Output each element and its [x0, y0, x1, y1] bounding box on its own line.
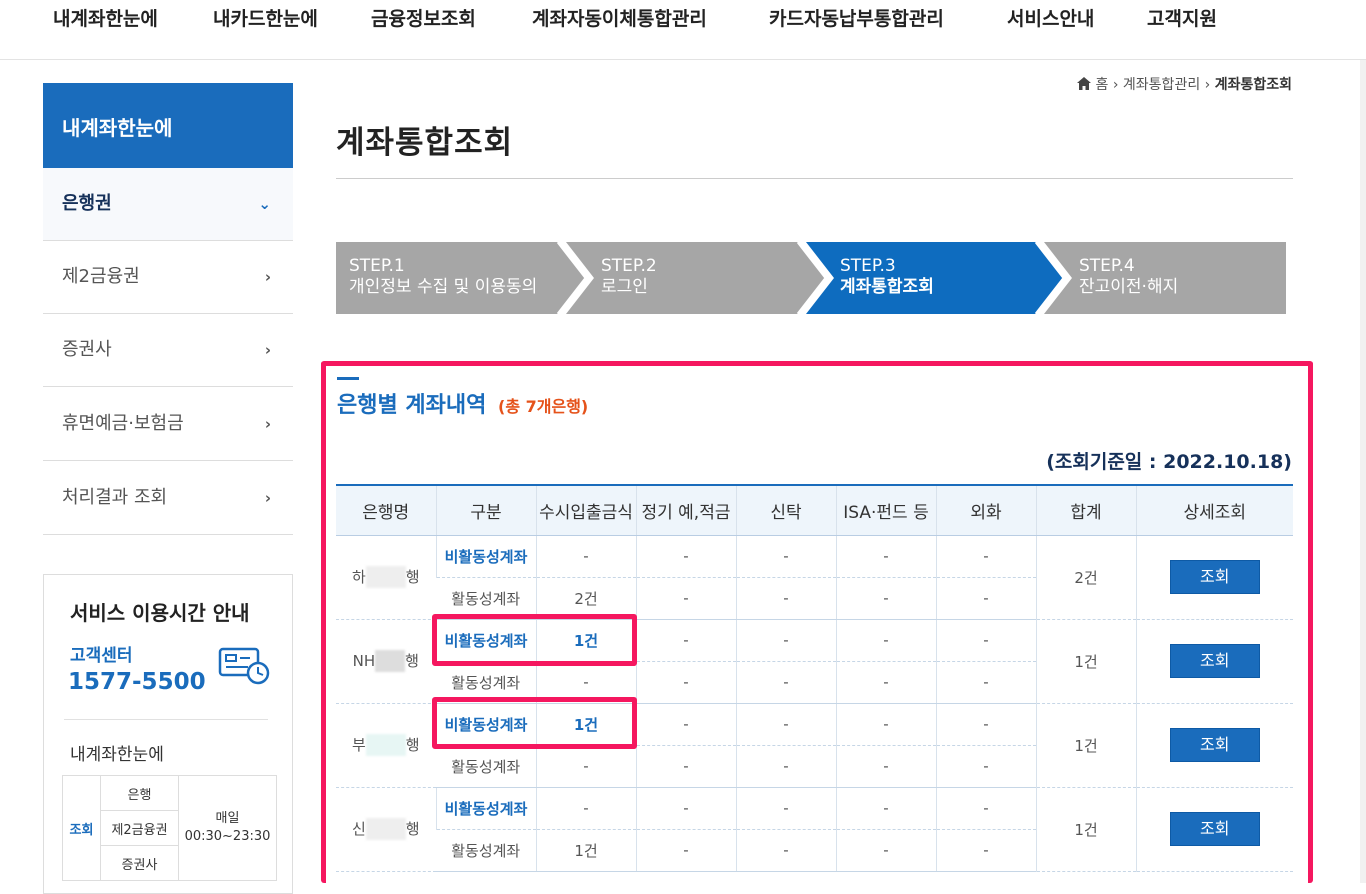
sidebar-item-label: 은행권: [62, 193, 112, 214]
divider: [336, 178, 1293, 179]
annotation-highlight-row: [432, 697, 637, 749]
step-label: STEP.2: [601, 256, 657, 276]
breadcrumb-separator: ›: [1112, 77, 1123, 93]
chevron-right-icon: ›: [264, 415, 271, 433]
service-table-row: 제2금융권: [100, 810, 179, 846]
step-2: STEP.2 로그인: [601, 256, 657, 298]
service-time-1: 매일: [215, 811, 240, 826]
chevron-right-icon: ›: [264, 489, 271, 507]
step-1: STEP.1 개인정보 수집 및 이용동의: [349, 256, 537, 298]
step-label: STEP.1: [349, 256, 405, 276]
top-navigation: 내계좌한눈에 내카드한눈에 금융정보조회 계좌자동이체통합관리 카드자동납부통합…: [0, 0, 1366, 60]
service-hours-title: 서비스 이용시간 안내: [70, 601, 250, 625]
service-table-time: 매일 00:30~23:30: [178, 775, 277, 881]
sidebar-title: 내계좌한눈에: [43, 83, 293, 168]
sidebar-item-label: 증권사: [62, 339, 112, 360]
nav-my-accounts[interactable]: 내계좌한눈에: [53, 4, 158, 31]
nav-customer-support[interactable]: 고객지원: [1147, 4, 1217, 31]
sidebar-item-results[interactable]: 처리결과 조회 ›: [43, 462, 293, 535]
chevron-down-icon: ⌄: [258, 195, 271, 213]
home-icon[interactable]: [1077, 77, 1092, 90]
chevron-right-icon: ›: [264, 341, 271, 359]
sidebar-item-securities[interactable]: 증권사 ›: [43, 314, 293, 387]
nav-service-guide[interactable]: 서비스안내: [1007, 4, 1094, 31]
step-text: 로그인: [601, 277, 648, 297]
service-table-head: 조회: [62, 775, 101, 881]
customer-center-label: 고객센터: [70, 646, 133, 666]
page-scrollbar[interactable]: [1360, 60, 1366, 883]
step-label: STEP.4: [1079, 256, 1135, 276]
page-title: 계좌통합조회: [336, 125, 514, 161]
step-label: STEP.3: [840, 256, 896, 276]
breadcrumb-separator: ›: [1204, 77, 1215, 93]
call-center-icon: [218, 647, 270, 685]
step-4: STEP.4 잔고이전·해지: [1079, 256, 1178, 298]
service-table-row: 은행: [100, 775, 179, 811]
service-hours-table: 조회 은행 매일 00:30~23:30 제2금융권 증권사: [62, 775, 277, 881]
sidebar-item-second-financial[interactable]: 제2금융권 ›: [43, 241, 293, 314]
step-text: 계좌통합조회: [840, 277, 934, 297]
step-3: STEP.3 계좌통합조회: [840, 256, 934, 298]
breadcrumb-home[interactable]: 홈: [1096, 77, 1109, 93]
nav-my-cards[interactable]: 내카드한눈에: [213, 4, 318, 31]
breadcrumb-mid[interactable]: 계좌통합관리: [1123, 77, 1200, 93]
divider: [64, 719, 268, 720]
service-table-row: 증권사: [100, 845, 179, 881]
step-indicator: STEP.1 개인정보 수집 및 이용동의 STEP.2 로그인 STEP.3 …: [336, 242, 1286, 314]
service-time-2: 00:30~23:30: [184, 829, 271, 844]
step-text: 잔고이전·해지: [1079, 277, 1179, 297]
sidebar-item-label: 처리결과 조회: [62, 487, 168, 508]
chevron-right-icon: ›: [264, 268, 271, 286]
breadcrumb-current: 계좌통합조회: [1214, 77, 1292, 93]
annotation-highlight-row: [432, 614, 637, 666]
breadcrumb: 홈 › 계좌통합관리 › 계좌통합조회: [1077, 74, 1292, 94]
sidebar-item-label: 휴면예금·보험금: [62, 413, 184, 434]
nav-financial-info[interactable]: 금융정보조회: [371, 4, 476, 31]
sidebar-item-bank[interactable]: 은행권 ⌄: [43, 168, 293, 241]
nav-card-auto-payment[interactable]: 카드자동납부통합관리: [769, 4, 944, 31]
service-sub-title: 내계좌한눈에: [70, 745, 164, 765]
step-text: 개인정보 수집 및 이용동의: [349, 277, 538, 297]
sidebar-item-label: 제2금융권: [62, 266, 140, 287]
nav-auto-transfer[interactable]: 계좌자동이체통합관리: [532, 4, 707, 31]
sidebar-item-dormant[interactable]: 휴면예금·보험금 ›: [43, 388, 293, 461]
service-hours-box: 서비스 이용시간 안내 고객센터 1577-5500 내계좌한눈에 조회 은행 …: [43, 574, 293, 894]
customer-center-phone: 1577-5500: [68, 669, 206, 695]
